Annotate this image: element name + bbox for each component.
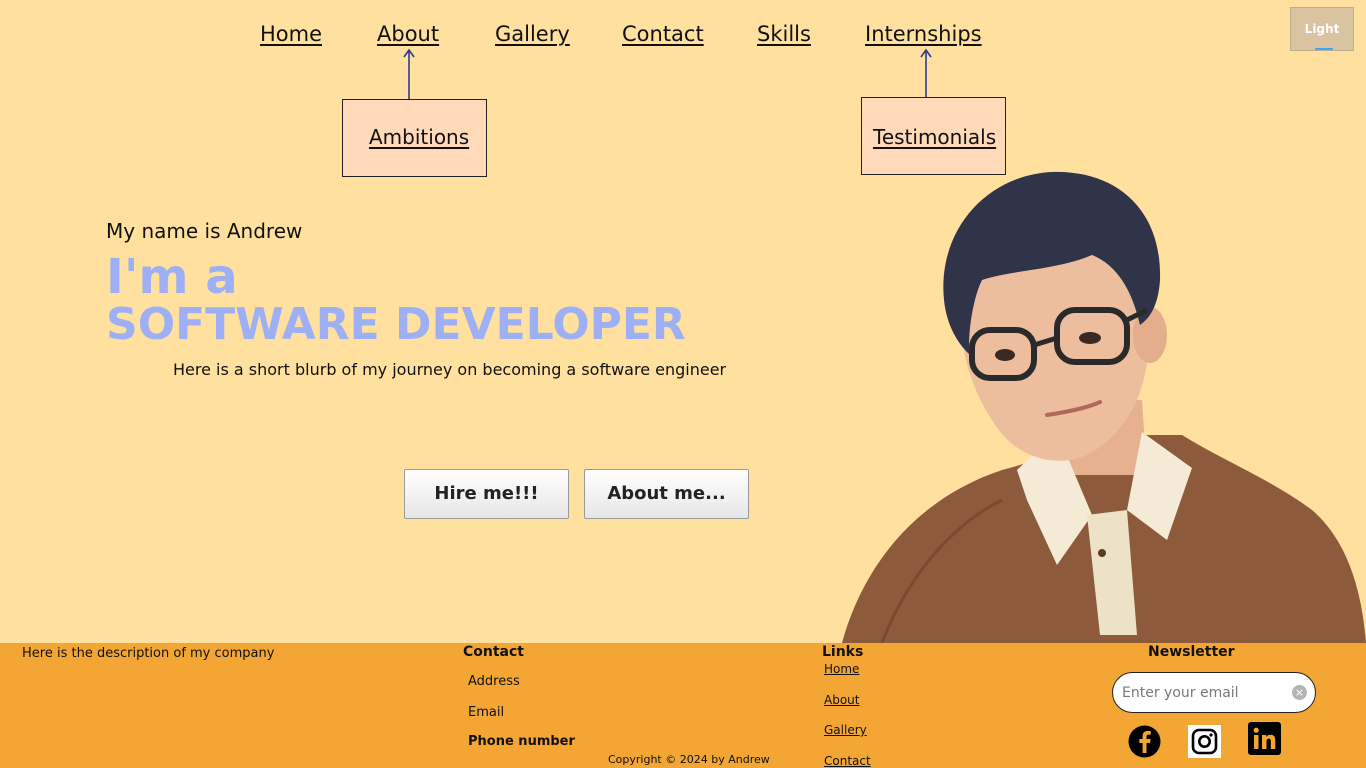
copyright-text: Copyright © 2024 by Andrew bbox=[608, 753, 770, 766]
about-me-button[interactable]: About me... bbox=[584, 469, 749, 519]
about-submenu: Ambitions bbox=[342, 99, 487, 177]
hero-greeting: My name is Andrew bbox=[106, 219, 303, 243]
nav-internships[interactable]: Internships bbox=[865, 22, 982, 46]
footer-links-heading: Links bbox=[822, 644, 864, 660]
footer-phone: Phone number bbox=[468, 734, 575, 749]
footer-address: Address bbox=[468, 674, 520, 689]
profile-photo bbox=[842, 171, 1366, 643]
hire-me-button[interactable]: Hire me!!! bbox=[404, 469, 569, 519]
nav-contact[interactable]: Contact bbox=[622, 22, 704, 46]
instagram-icon[interactable] bbox=[1188, 725, 1221, 758]
theme-toggle-indicator bbox=[1315, 48, 1333, 50]
site-footer: Here is the description of my company Co… bbox=[0, 643, 1366, 768]
hero-title-line1: I'm a bbox=[106, 249, 238, 305]
internships-submenu: Testimonials bbox=[861, 97, 1006, 175]
newsletter-email-input[interactable] bbox=[1112, 672, 1316, 713]
footer-link-contact[interactable]: Contact bbox=[824, 754, 871, 768]
nav-gallery[interactable]: Gallery bbox=[495, 22, 570, 46]
footer-link-home[interactable]: Home bbox=[824, 662, 859, 676]
footer-contact-heading: Contact bbox=[463, 644, 524, 660]
theme-toggle-button[interactable]: Light bbox=[1290, 7, 1354, 51]
nav-skills[interactable]: Skills bbox=[757, 22, 811, 46]
nav-home[interactable]: Home bbox=[260, 22, 322, 46]
submenu-ambitions-link[interactable]: Ambitions bbox=[369, 125, 469, 149]
footer-email: Email bbox=[468, 705, 505, 720]
clear-input-icon[interactable]: × bbox=[1292, 685, 1307, 700]
submenu-testimonials-link[interactable]: Testimonials bbox=[873, 125, 996, 149]
newsletter-heading: Newsletter bbox=[1148, 644, 1235, 660]
nav-about[interactable]: About bbox=[377, 22, 439, 46]
footer-link-about[interactable]: About bbox=[824, 693, 859, 707]
hero-blurb: Here is a short blurb of my journey on b… bbox=[173, 360, 727, 379]
theme-toggle-label: Light bbox=[1304, 22, 1340, 36]
facebook-icon[interactable] bbox=[1128, 725, 1161, 758]
linkedin-icon[interactable] bbox=[1248, 722, 1281, 755]
footer-description: Here is the description of my company bbox=[22, 646, 275, 661]
footer-link-gallery[interactable]: Gallery bbox=[824, 723, 867, 737]
hero-title-line2: SOFTWARE DEVELOPER bbox=[106, 299, 686, 350]
